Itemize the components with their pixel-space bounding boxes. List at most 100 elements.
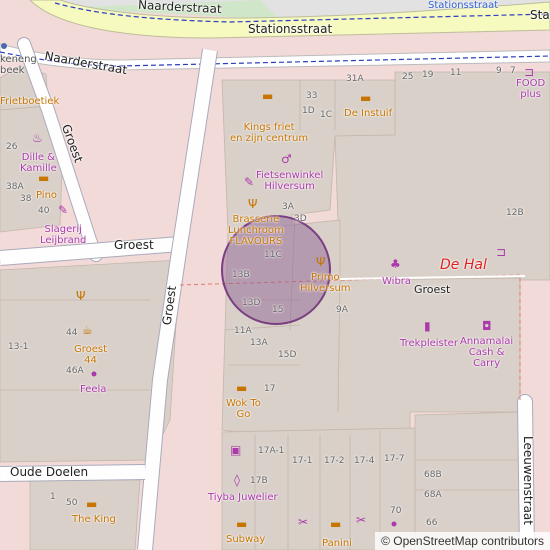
restaurant-icon[interactable]: Ψ	[316, 256, 325, 268]
wrench-icon[interactable]: ✎	[244, 176, 254, 188]
house-number: 26	[6, 142, 18, 152]
house-number: 46A	[66, 366, 84, 376]
house-number: 11C	[264, 250, 282, 260]
jewelry-icon[interactable]: ◊	[234, 474, 240, 486]
bicycle-icon[interactable]: ♂	[281, 153, 292, 165]
house-number: 66	[426, 518, 438, 528]
poi-label-de-hal[interactable]: De Hal	[440, 258, 487, 272]
house-number: 17-2	[324, 456, 345, 466]
butcher-icon[interactable]: ✎	[58, 204, 68, 216]
house-number: 13B	[232, 270, 250, 280]
house-number: 12B	[506, 208, 524, 218]
poi-label-kings-friet[interactable]: Kings friet en zijn centrum	[230, 122, 308, 144]
shopping-cart-icon[interactable]: ⊐	[524, 66, 534, 78]
poi-label-subway[interactable]: Subway	[226, 534, 265, 545]
poi-label-trekpleister[interactable]: Trekpleister	[400, 338, 458, 349]
house-number: 9A	[336, 305, 348, 315]
poi-label-tiyba[interactable]: Tiyba Juwelier	[208, 492, 278, 503]
poi-label-kikeneng[interactable]: keneng beek	[0, 54, 37, 76]
fastfood-icon[interactable]: ▬	[262, 90, 273, 102]
house-number: 15D	[278, 350, 297, 360]
house-number: 17A-1	[258, 446, 285, 456]
poi-label-panini[interactable]: Panini	[322, 538, 352, 549]
house-number: 44	[66, 328, 78, 338]
house-number: 17	[264, 384, 276, 394]
street-label-stationsstraat-edge: Stat	[530, 8, 550, 22]
house-number: 11A	[234, 326, 252, 336]
house-number: 19	[422, 70, 434, 80]
house-number: 33	[306, 91, 318, 101]
street-label-groest: Groest	[114, 238, 154, 252]
poi-label-pino[interactable]: Pino	[36, 190, 57, 201]
house-number: 17-7	[384, 454, 405, 464]
fastfood-icon[interactable]: ▬	[236, 518, 247, 530]
building	[414, 411, 521, 550]
fastfood-icon[interactable]: ▬	[360, 92, 371, 104]
household-icon[interactable]: ♨	[32, 132, 43, 144]
cafe-icon[interactable]: ☕	[82, 324, 93, 336]
house-number: 1C	[320, 110, 333, 120]
shopping-cart-icon[interactable]: ⊐	[496, 246, 506, 258]
fastfood-icon[interactable]: ▬	[330, 518, 341, 530]
restaurant-icon[interactable]: Ψ	[76, 290, 85, 302]
poi-label-fietsenwinkel[interactable]: Fietsenwinkel Hilversum	[256, 170, 323, 192]
street-label-stationsstraat-rail: Stationsstraat	[428, 0, 499, 11]
openstreetmap-link[interactable]: OpenStreetMap contributors	[393, 534, 544, 548]
poi-label-annamalai[interactable]: Annamalai Cash & Carry	[460, 336, 513, 369]
house-number: 70	[390, 506, 402, 516]
house-number: 31A	[346, 74, 364, 84]
house-number: 1D	[302, 106, 315, 116]
house-number: 17-1	[292, 456, 313, 466]
hairdresser-icon[interactable]: ✂	[298, 516, 308, 528]
poi-label-groest44[interactable]: Groest 44	[74, 344, 107, 366]
house-number: 9	[496, 66, 502, 76]
poi-label-slagerij[interactable]: Slagerij Leijbrand	[40, 224, 86, 246]
fastfood-icon[interactable]: ▬	[86, 498, 97, 510]
house-number: 25	[402, 72, 414, 82]
poi-label-de-instuif[interactable]: De Instuif	[344, 108, 392, 119]
street-label-stationsstraat: Stationsstraat	[248, 22, 333, 36]
house-number: 13D	[242, 298, 261, 308]
poi-label-primo[interactable]: Primo Hilversum	[300, 272, 351, 294]
house-number: 68A	[424, 490, 442, 500]
house-number: 40	[38, 206, 50, 216]
toy-shop-icon[interactable]: ▮	[424, 320, 431, 332]
poi-label-wibra[interactable]: Wibra	[382, 276, 411, 287]
poi-label-the-king[interactable]: The King	[72, 514, 116, 525]
house-number: 3D	[294, 214, 307, 224]
street-label-leeuwenstraat: Leeuwenstraat	[520, 436, 535, 525]
poi-label-food-plus[interactable]: FOOD plus	[516, 78, 545, 100]
poi-label-wok-to-go[interactable]: Wok To Go	[226, 398, 261, 420]
map-attribution: © OpenStreetMap contributors	[375, 532, 550, 550]
street-label-groest-east: Groest	[414, 283, 451, 296]
poi-label-frietboetiek[interactable]: Frietboetiek	[0, 96, 59, 107]
fastfood-icon[interactable]: ▬	[236, 382, 247, 394]
street-label-oude-doelen: Oude Doelen	[10, 465, 89, 479]
house-number: 68B	[424, 470, 442, 480]
house-number: 50	[66, 498, 78, 508]
house-number: 7	[510, 66, 516, 76]
hairdresser-icon[interactable]: ✂	[356, 514, 366, 526]
house-number: 13-1	[8, 342, 29, 352]
tv-icon[interactable]: ▣	[230, 444, 241, 456]
poi-dot	[1, 43, 7, 49]
shop-dot	[91, 371, 97, 377]
house-number: 15	[272, 305, 284, 315]
poi-label-dille-kamille[interactable]: Dille & Kamille	[20, 152, 57, 174]
poi-label-brasserie[interactable]: Brasserie Lunchroom FLAVOURS	[228, 214, 284, 247]
house-number: 11	[450, 68, 462, 78]
house-number: 17B	[250, 476, 268, 486]
grocery-icon[interactable]: ◘	[482, 320, 492, 332]
house-number: 3A	[282, 202, 294, 212]
restaurant-icon[interactable]: Ψ	[248, 198, 257, 210]
shop-dot	[391, 521, 397, 527]
poi-label-feela[interactable]: Feela	[80, 384, 106, 395]
house-number: 38	[20, 194, 32, 204]
map-view[interactable]: Naarderstraat Stationsstraat Stat Naarde…	[0, 0, 550, 550]
house-number: 17-4	[354, 456, 375, 466]
attribution-prefix: ©	[381, 534, 394, 548]
house-number: 13A	[250, 338, 268, 348]
house-number: 38A	[6, 182, 24, 192]
house-number: 1	[50, 492, 56, 502]
clothes-icon[interactable]: ♣	[390, 258, 401, 270]
